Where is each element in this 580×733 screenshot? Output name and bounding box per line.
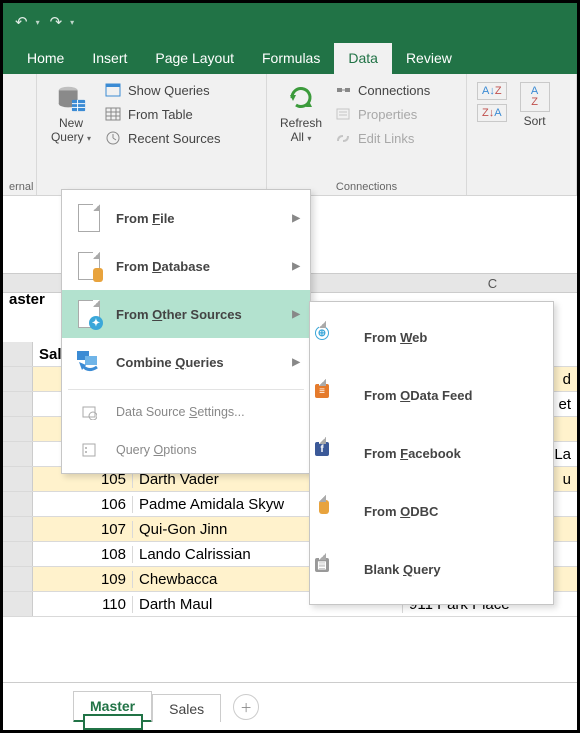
menu-query-options[interactable]: Query Options [62, 431, 310, 469]
new-query-label-1: New [59, 117, 83, 131]
undo-dropdown-icon[interactable]: ▾ [36, 18, 40, 27]
connections-icon [335, 83, 353, 97]
tab-home[interactable]: Home [13, 43, 78, 74]
submenu-odata-label: From OData Feed [364, 388, 472, 403]
chevron-down-icon: ▾ [307, 134, 311, 143]
new-query-button[interactable]: New Query ▾ [43, 78, 99, 191]
new-query-label-2: Query [51, 130, 84, 144]
properties-icon [335, 107, 353, 121]
recent-sources-icon [105, 130, 123, 146]
menu-settings-label: Data Source Settings... [116, 405, 245, 419]
sort-button[interactable]: AZ Sort [511, 78, 559, 191]
menu-combine-label: Combine Queries [116, 355, 224, 370]
cell[interactable]: 110 [33, 596, 133, 613]
chevron-down-icon: ▾ [87, 134, 91, 143]
new-query-menu: From File ▶ From Database ▶ ✦ From Other… [61, 189, 311, 474]
cell[interactable]: 109 [33, 571, 133, 588]
menu-from-database[interactable]: From Database ▶ [62, 242, 310, 290]
tab-review[interactable]: Review [392, 43, 466, 74]
cell[interactable]: 108 [33, 546, 133, 563]
database-icon [74, 252, 104, 280]
tab-page-layout[interactable]: Page Layout [141, 43, 248, 74]
refresh-all-button[interactable]: Refresh All ▾ [273, 78, 329, 179]
menu-from-database-label: From Database [116, 259, 210, 274]
cell[interactable]: 106 [33, 496, 133, 513]
from-table-button[interactable]: From Table [101, 102, 225, 126]
properties-button: Properties [331, 102, 434, 126]
recent-sources-button[interactable]: Recent Sources [101, 126, 225, 150]
tab-data[interactable]: Data [334, 43, 392, 74]
menu-combine-queries[interactable]: Combine Queries ▶ [62, 338, 310, 386]
redo-button[interactable]: ↷ [46, 11, 67, 33]
edit-links-label: Edit Links [358, 131, 414, 146]
tab-formulas[interactable]: Formulas [248, 43, 334, 74]
tab-insert[interactable]: Insert [78, 43, 141, 74]
add-sheet-button[interactable]: ＋ [233, 694, 259, 720]
sort-icon: AZ [520, 82, 550, 112]
submenu-odbc-label: From ODBC [364, 504, 438, 519]
submenu-web-label: From Web [364, 330, 427, 345]
refresh-all-label-2: All [291, 130, 304, 144]
submenu-from-odata[interactable]: ≡ From OData Feed [310, 366, 553, 424]
menu-options-label: Query Options [116, 443, 197, 457]
submenu-arrow-icon: ▶ [292, 213, 300, 224]
options-icon [74, 436, 104, 464]
submenu-blank-query[interactable]: ▤ Blank Query [310, 540, 553, 598]
menu-from-other-label: From Other Sources [116, 307, 242, 322]
properties-label: Properties [358, 107, 417, 122]
menu-from-file[interactable]: From File ▶ [62, 194, 310, 242]
sort-az-icon[interactable]: A↓Z [477, 82, 507, 100]
redo-dropdown-icon[interactable]: ▾ [70, 18, 74, 27]
submenu-facebook-label: From Facebook [364, 446, 461, 461]
menu-from-other-sources[interactable]: ✦ From Other Sources ▶ [62, 290, 310, 338]
file-icon [74, 204, 104, 232]
refresh-icon [285, 82, 317, 114]
from-table-label: From Table [128, 107, 193, 122]
menu-from-file-label: From File [116, 211, 175, 226]
submenu-arrow-icon: ▶ [292, 261, 300, 272]
edit-links-button: Edit Links [331, 126, 434, 150]
sheet-tab-sales[interactable]: Sales [152, 694, 221, 723]
submenu-from-odbc[interactable]: From ODBC [310, 482, 553, 540]
menu-separator [68, 389, 304, 390]
show-queries-label: Show Queries [128, 83, 210, 98]
new-query-icon [55, 82, 87, 114]
active-cell-cursor [83, 714, 143, 730]
sort-label: Sort [524, 115, 546, 129]
facebook-icon: f [324, 438, 350, 468]
undo-button[interactable]: ↶ [11, 11, 32, 33]
recent-sources-label: Recent Sources [128, 131, 221, 146]
combine-icon [74, 348, 104, 376]
blank-query-icon: ▤ [324, 554, 350, 584]
odbc-icon [324, 496, 350, 526]
quick-access-toolbar: ↶ ▾ ↷ ▾ [3, 3, 577, 41]
cell[interactable]: 107 [33, 521, 133, 538]
web-icon: ⊕ [324, 322, 350, 352]
from-table-icon [105, 107, 123, 121]
cell-fragment: aster [3, 288, 51, 311]
show-queries-icon [105, 83, 123, 97]
menu-data-source-settings[interactable]: Data Source Settings... [62, 393, 310, 431]
ribbon-data: ernal New Query ▾ [3, 74, 577, 196]
show-queries-button[interactable]: Show Queries [101, 78, 225, 102]
settings-icon [74, 398, 104, 426]
sort-za-icon[interactable]: Z↓A [477, 104, 507, 122]
submenu-arrow-icon: ▶ [292, 309, 300, 320]
submenu-from-web[interactable]: ⊕ From Web [310, 308, 553, 366]
connections-button[interactable]: Connections [331, 78, 434, 102]
connections-label: Connections [358, 83, 430, 98]
ribbon-tabs: Home Insert Page Layout Formulas Data Re… [3, 41, 577, 74]
refresh-all-label-1: Refresh [280, 117, 322, 131]
edit-links-icon [335, 131, 353, 145]
other-sources-icon: ✦ [74, 300, 104, 328]
submenu-blank-label: Blank Query [364, 562, 441, 577]
submenu-arrow-icon: ▶ [292, 357, 300, 368]
odata-icon: ≡ [324, 380, 350, 410]
group-external-label: ernal [9, 179, 30, 193]
submenu-from-facebook[interactable]: f From Facebook [310, 424, 553, 482]
from-other-sources-submenu: ⊕ From Web ≡ From OData Feed f From Face… [309, 301, 554, 605]
